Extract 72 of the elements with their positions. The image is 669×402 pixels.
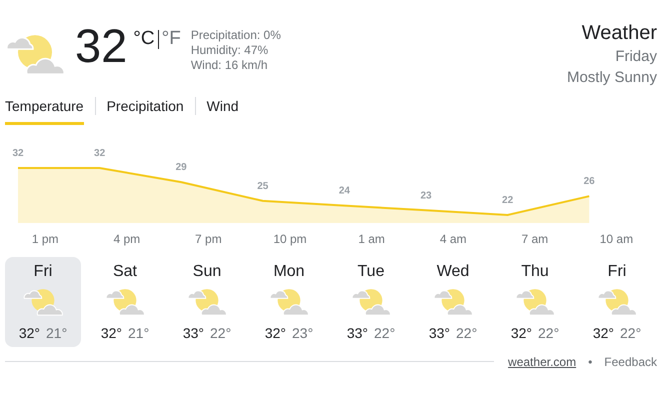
value-label: 22 xyxy=(502,195,514,206)
day-name: Friday xyxy=(614,47,657,67)
sun-cloud-icon xyxy=(433,287,473,316)
sun-cloud-icon xyxy=(5,32,65,76)
high-temp: 32° xyxy=(592,324,614,341)
separator-dot: • xyxy=(588,354,592,369)
weather-title: Weather xyxy=(580,21,657,46)
time-label: 4 am xyxy=(440,232,467,246)
feedback-link[interactable]: Feedback xyxy=(604,354,657,369)
day-forecast[interactable]: Mon 32° 23° xyxy=(251,257,327,347)
sun-cloud-icon xyxy=(269,287,309,316)
sun-cloud-icon xyxy=(597,287,637,316)
high-temp: 32° xyxy=(18,324,40,341)
low-temp: 21° xyxy=(128,324,150,341)
sun-cloud-icon xyxy=(351,287,391,316)
low-temp: 23° xyxy=(292,324,314,341)
day-forecast[interactable]: Thu 32° 22° xyxy=(497,257,573,347)
low-temp: 22° xyxy=(374,324,396,341)
day-label: Tue xyxy=(358,262,384,282)
value-label: 32 xyxy=(94,148,106,159)
current-temperature: 32 xyxy=(75,20,128,72)
low-temp: 21° xyxy=(46,324,68,341)
sun-cloud-icon xyxy=(23,287,63,316)
day-label: Wed xyxy=(436,262,470,282)
time-label: 7 am xyxy=(521,232,548,246)
chart-tab[interactable]: Wind xyxy=(206,92,239,125)
time-label: 1 am xyxy=(358,232,385,246)
day-label: Fri xyxy=(608,262,626,282)
time-label: 10 pm xyxy=(273,232,307,246)
day-label: Thu xyxy=(521,262,549,282)
high-temp: 33° xyxy=(428,324,450,341)
low-temp: 22° xyxy=(620,324,642,341)
sun-cloud-icon xyxy=(105,287,145,316)
low-temp: 22° xyxy=(456,324,478,341)
high-temp: 32° xyxy=(264,324,286,341)
value-label: 32 xyxy=(12,148,24,159)
high-temp: 33° xyxy=(182,324,204,341)
weather-detail: Precipitation: 0% xyxy=(190,28,281,43)
day-label: Fri xyxy=(34,262,52,282)
unit-toggle[interactable]: °C xyxy=(133,28,155,50)
chart-tab[interactable]: Precipitation xyxy=(106,92,184,125)
condition-text: Mostly Sunny xyxy=(566,68,657,88)
value-label: 29 xyxy=(176,162,187,174)
sun-cloud-icon xyxy=(515,287,555,316)
day-forecast[interactable]: Sat 32° 21° xyxy=(87,257,163,347)
high-temp: 32° xyxy=(100,324,122,341)
time-label: 4 pm xyxy=(113,232,140,246)
value-label: 26 xyxy=(584,176,595,188)
value-label: 25 xyxy=(257,180,268,192)
day-forecast[interactable]: Wed 33° 22° xyxy=(415,257,491,347)
day-forecast[interactable]: Fri 32° 21° xyxy=(5,257,81,347)
time-label: 1 pm xyxy=(32,232,59,246)
low-temp: 22° xyxy=(210,324,232,341)
day-label: Sat xyxy=(112,262,137,282)
unit-toggle[interactable]: °F xyxy=(162,28,181,50)
day-forecast[interactable]: Tue 33° 22° xyxy=(333,257,409,347)
day-label: Mon xyxy=(273,262,305,282)
weather-detail: Wind: 16 km/h xyxy=(190,58,269,73)
sun-cloud-icon xyxy=(187,287,227,316)
high-temp: 32° xyxy=(510,324,532,341)
time-label: 7 pm xyxy=(195,232,222,246)
chart-tab[interactable]: Temperature xyxy=(5,92,84,125)
high-temp: 33° xyxy=(346,324,368,341)
time-label: 10 am xyxy=(600,232,634,246)
day-label: Sun xyxy=(192,262,222,282)
day-forecast[interactable]: Sun 33° 22° xyxy=(169,257,245,347)
source-link[interactable]: weather.com xyxy=(508,354,576,369)
weather-detail: Humidity: 47% xyxy=(190,43,270,58)
low-temp: 22° xyxy=(538,324,560,341)
value-label: 24 xyxy=(338,186,350,197)
value-label: 23 xyxy=(420,190,432,202)
day-forecast[interactable]: Fri 32° 22° xyxy=(579,257,655,347)
